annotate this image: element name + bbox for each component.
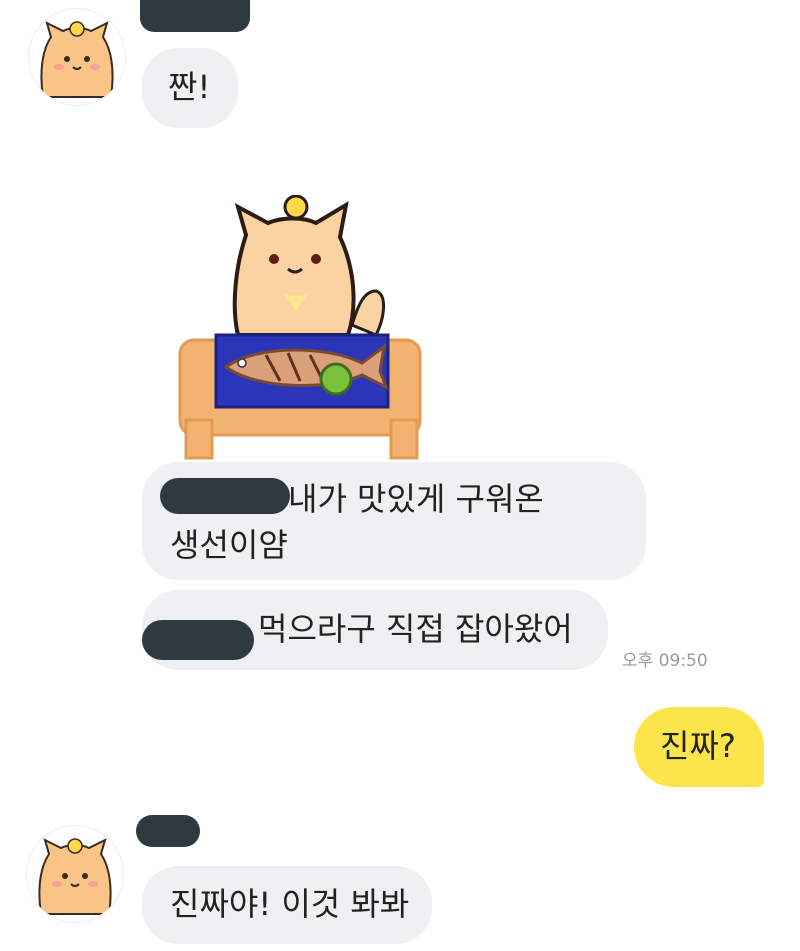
orange-cat-icon xyxy=(40,21,114,98)
cat-with-grilled-fish-icon xyxy=(178,194,422,460)
redacted-name-in-message xyxy=(160,478,290,514)
message-bubble[interactable]: 짠! xyxy=(142,48,238,128)
redacted-name-in-message xyxy=(142,620,254,660)
message-line: 생선이얌 xyxy=(170,526,288,564)
my-message-bubble[interactable]: 진짜? xyxy=(634,707,764,787)
message-text: 먹으라구 직접 잡아왔어 xyxy=(258,610,573,648)
redacted-sender-name xyxy=(140,0,250,32)
message-text: 진짜야! 이것 봐봐 xyxy=(170,885,410,923)
orange-cat-icon xyxy=(38,838,112,915)
contact-avatar[interactable] xyxy=(28,8,126,106)
message-timestamp: 오후 09:50 xyxy=(622,651,708,671)
message-bubble[interactable]: 진짜야! 이것 봐봐 xyxy=(142,866,432,944)
redacted-sender-name xyxy=(136,815,200,847)
message-text: 진짜? xyxy=(660,727,736,765)
sticker[interactable] xyxy=(176,194,426,460)
message-text: 짠! xyxy=(168,68,211,106)
contact-avatar[interactable] xyxy=(26,825,124,923)
